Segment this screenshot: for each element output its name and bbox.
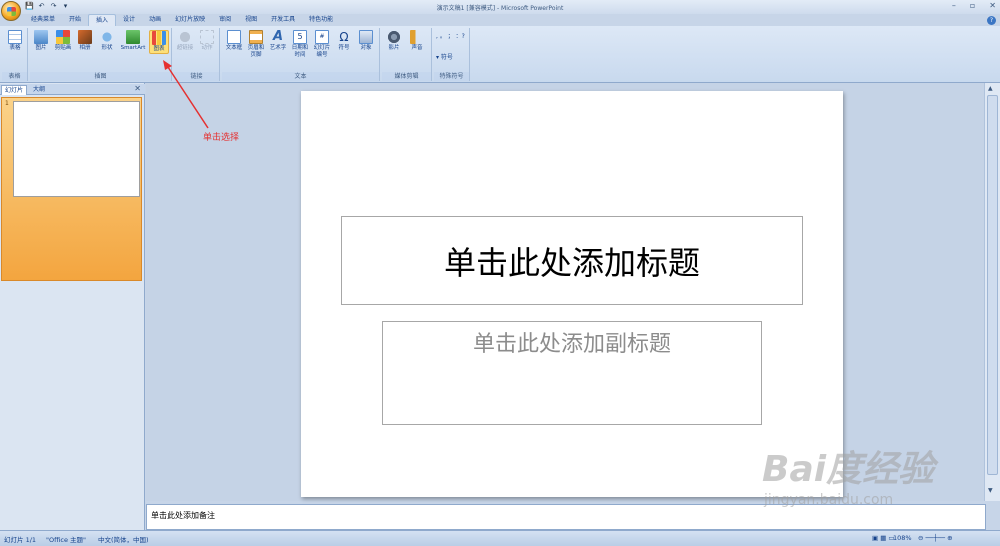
picture-button[interactable]: 图片 (31, 30, 51, 52)
slide-number-icon: # (315, 30, 329, 44)
header-footer-button[interactable]: 页眉和页脚 (246, 30, 266, 58)
slide-number: 1 (5, 100, 9, 107)
header-footer-icon (249, 30, 263, 44)
tab-animations[interactable]: 动画 (142, 14, 168, 26)
group-special-symbols: , 。 ； ：? ▾ 符号 特殊符号 (434, 28, 470, 81)
tab-classic-menu[interactable]: 经典菜单 (24, 14, 62, 26)
wordart-icon: A (272, 29, 284, 44)
scroll-down-icon[interactable]: ▼ (988, 487, 993, 494)
symbol-button[interactable]: Ω 符号 (334, 30, 354, 52)
action-button[interactable]: 动作 (197, 30, 217, 52)
tab-insert[interactable]: 插入 (88, 14, 117, 26)
watermark-url: jingyan.baidu.com (764, 492, 894, 508)
office-logo-icon (7, 7, 16, 16)
tab-view[interactable]: 视图 (238, 14, 264, 26)
group-text: 文本框 页眉和页脚 A 艺术字 5 日期和时间 # 幻灯片编号 Ω 符号 对象 文本 (222, 28, 380, 81)
movie-button[interactable]: 影片 (384, 30, 404, 52)
album-icon (78, 30, 92, 44)
title-bar: 💾 ↶ ↷ ▾ 演示文稿1 [兼容模式] - Microsoft PowerPo… (0, 0, 1000, 14)
slide[interactable]: 单击此处添加标题 单击此处添加副标题 (301, 91, 843, 497)
calendar-icon: 5 (293, 30, 307, 44)
smartart-button[interactable]: SmartArt (119, 30, 147, 52)
title-placeholder[interactable]: 单击此处添加标题 (341, 216, 803, 305)
symbol-grid[interactable]: , 。 ； ：? (436, 32, 470, 41)
film-icon (387, 30, 401, 44)
pane-tabs: 幻灯片 大纲 ✕ (0, 84, 145, 95)
minimize-icon[interactable]: – (952, 1, 956, 10)
status-bar: 幻灯片 1/1 "Office 主题" 中文(简体，中国) ▣ ▦ ▭ 108%… (0, 530, 1000, 546)
zoom-slider[interactable]: ⊖ ──┼── ⊕ (918, 534, 953, 542)
scroll-up-icon[interactable]: ▲ (988, 85, 993, 92)
datetime-button[interactable]: 5 日期和时间 (290, 30, 310, 58)
status-zoom[interactable]: 108% (893, 534, 912, 542)
clipart-button[interactable]: 剪贴画 (53, 30, 73, 52)
shapes-button[interactable]: 形状 (97, 30, 117, 52)
help-icon[interactable]: ? (987, 16, 996, 25)
chart-icon (152, 31, 166, 45)
subtitle-placeholder[interactable]: 单击此处添加副标题 (382, 321, 762, 425)
textbox-icon (227, 30, 241, 44)
object-button[interactable]: 对象 (356, 30, 376, 52)
slide-number-button[interactable]: # 幻灯片编号 (312, 30, 332, 58)
object-icon (359, 30, 373, 44)
annotation-arrow (163, 60, 209, 129)
hyperlink-button[interactable]: 超链接 (175, 30, 195, 52)
speaker-icon (410, 30, 424, 44)
table-button[interactable]: 表格 (5, 30, 25, 52)
slide-canvas: 单击此处添加标题 单击此处添加副标题 (146, 83, 984, 501)
window-title: 演示文稿1 [兼容模式] - Microsoft PowerPoint (436, 5, 564, 12)
tab-home[interactable]: 开始 (62, 14, 88, 26)
pane-close-icon[interactable]: ✕ (134, 84, 141, 93)
office-button[interactable] (1, 1, 21, 21)
group-media: 影片 声音 媒体剪辑 (382, 28, 432, 81)
group-illustrations: 图片 剪贴画 相册 形状 SmartArt 图表 插图 (30, 28, 172, 81)
maximize-icon[interactable]: ▫ (970, 1, 975, 10)
album-button[interactable]: 相册 (75, 30, 95, 52)
shapes-icon (100, 30, 114, 44)
tab-features[interactable]: 特色功能 (302, 14, 340, 26)
annotation-label: 单击选择 (203, 133, 240, 143)
chart-button[interactable]: 图表 (149, 30, 169, 54)
smartart-icon (126, 30, 140, 44)
scroll-thumb[interactable] (987, 95, 998, 475)
picture-icon (34, 30, 48, 44)
symbol2-button[interactable]: ▾ 符号 (436, 53, 470, 62)
tab-outline[interactable]: 大纲 (30, 85, 48, 95)
view-buttons[interactable]: ▣ ▦ ▭ (872, 534, 895, 542)
table-icon (8, 30, 22, 44)
tab-design[interactable]: 设计 (116, 14, 142, 26)
vertical-scrollbar[interactable]: ▲ ▼ (984, 83, 1000, 501)
ribbon-tabs: 经典菜单 开始 插入 设计 动画 幻灯片放映 审阅 视图 开发工具 特色功能 (24, 14, 340, 26)
hyperlink-icon (178, 30, 192, 44)
textbox-button[interactable]: 文本框 (224, 30, 244, 52)
window-controls: – ▫ ✕ (952, 1, 996, 10)
action-icon (200, 30, 214, 44)
group-table: 表格 表格 (2, 28, 28, 81)
slide-thumbnail-selection[interactable]: 1 (1, 97, 142, 281)
slide-thumbnail[interactable] (13, 101, 140, 197)
tab-slideshow[interactable]: 幻灯片放映 (168, 14, 212, 26)
watermark-logo: Bai度经验 (762, 449, 935, 490)
tab-developer[interactable]: 开发工具 (264, 14, 302, 26)
wordart-button[interactable]: A 艺术字 (268, 30, 288, 52)
tab-review[interactable]: 审阅 (212, 14, 238, 26)
tab-slides[interactable]: 幻灯片 (1, 85, 28, 95)
clipart-icon (56, 30, 70, 44)
status-theme: "Office 主题" (46, 536, 87, 544)
slides-pane: 幻灯片 大纲 ✕ 1 (0, 83, 145, 530)
baidu-watermark: Bai度经验 jingyan.baidu.com (762, 440, 962, 526)
ribbon: 表格 表格 图片 剪贴画 相册 形状 SmartArt 图表 插图 超链接 动作… (0, 26, 1000, 83)
close-icon[interactable]: ✕ (989, 1, 996, 10)
status-language: 中文(简体，中国) (98, 536, 149, 544)
omega-icon: Ω (339, 30, 349, 44)
sound-button[interactable]: 声音 (407, 30, 427, 52)
status-slide: 幻灯片 1/1 (4, 536, 37, 544)
